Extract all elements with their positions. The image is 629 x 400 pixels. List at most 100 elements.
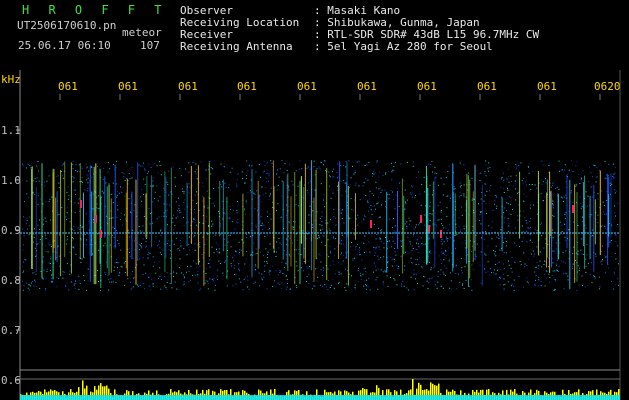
noise-dot <box>383 256 385 258</box>
noise-dot <box>232 285 234 287</box>
noise-dot <box>199 242 201 243</box>
noise-dot <box>320 183 322 185</box>
noise-dot <box>375 187 377 189</box>
noise-dot <box>131 270 133 272</box>
noise-dot <box>206 190 208 192</box>
noise-dot <box>152 265 154 267</box>
noise-dot <box>496 236 498 238</box>
noise-dot <box>395 254 397 256</box>
noise-dot <box>307 166 309 168</box>
noise-dot <box>324 160 326 162</box>
noise-dot <box>236 178 238 180</box>
noise-dot <box>177 215 179 217</box>
noise-dot <box>579 196 581 198</box>
noise-dot <box>217 244 219 246</box>
noise-dot <box>552 182 554 184</box>
noise-dot <box>455 266 457 268</box>
noise-dot <box>267 222 269 224</box>
noise-dot <box>446 238 448 240</box>
noise-dot <box>44 217 46 219</box>
noise-dot <box>538 265 540 267</box>
noise-dot <box>521 225 523 227</box>
noise-dot <box>265 192 267 194</box>
noise-dot <box>337 177 339 179</box>
noise-dot <box>36 165 38 167</box>
noise-dot <box>340 240 342 242</box>
noise-dot <box>263 261 265 262</box>
noise-dot <box>296 287 298 289</box>
noise-dot <box>99 290 101 291</box>
noise-dot <box>380 230 382 232</box>
noise-dot <box>385 271 387 273</box>
noise-dot <box>445 251 447 252</box>
noise-dot <box>590 172 592 174</box>
noise-dot <box>376 162 378 164</box>
noise-dot <box>536 246 538 248</box>
noise-dot <box>308 282 310 284</box>
noise-dot <box>601 263 603 265</box>
noise-dot <box>119 271 121 273</box>
noise-dot <box>387 285 389 287</box>
noise-dot <box>36 177 38 179</box>
noise-dot <box>140 196 142 198</box>
noise-dot <box>278 176 280 178</box>
noise-dot <box>211 225 213 227</box>
noise-dot <box>523 200 525 202</box>
noise-dot <box>463 228 465 230</box>
noise-dot <box>398 274 400 276</box>
noise-dot <box>327 231 329 233</box>
noise-dot <box>28 289 30 291</box>
noise-dot <box>116 204 118 206</box>
noise-dot <box>580 179 582 181</box>
noise-dot <box>512 185 514 187</box>
noise-dot <box>544 196 546 198</box>
noise-dot <box>440 177 442 179</box>
noise-dot <box>239 270 241 272</box>
noise-dot <box>210 173 212 175</box>
noise-dot <box>499 284 501 286</box>
noise-dot <box>73 177 75 179</box>
noise-dot <box>378 176 380 178</box>
noise-dot <box>86 239 88 241</box>
noise-dot <box>82 181 83 183</box>
noise-dot <box>576 185 578 187</box>
noise-dot <box>392 169 394 171</box>
noise-dot <box>39 229 41 230</box>
noise-dot <box>49 269 51 271</box>
noise-dot <box>373 255 375 257</box>
noise-dot <box>495 255 497 257</box>
noise-dot <box>178 267 180 269</box>
noise-dot <box>356 161 358 163</box>
noise-dot <box>343 222 345 224</box>
noise-dot <box>614 166 616 168</box>
noise-dot <box>26 180 28 182</box>
noise-dot <box>86 289 88 291</box>
noise-dot <box>285 275 287 277</box>
noise-dot <box>449 197 451 199</box>
noise-dot <box>400 240 401 242</box>
noise-dot <box>83 275 85 277</box>
noise-dot <box>563 273 565 275</box>
noise-dot <box>306 276 308 277</box>
noise-dot <box>375 265 377 267</box>
noise-dot <box>559 234 561 236</box>
noise-dot <box>340 273 342 275</box>
noise-dot <box>427 288 429 290</box>
noise-dot <box>529 226 531 228</box>
noise-dot <box>213 280 214 282</box>
noise-dot <box>247 275 248 277</box>
noise-dot <box>423 176 425 178</box>
noise-dot <box>455 247 456 249</box>
noise-dot <box>277 282 279 284</box>
noise-dot <box>434 177 436 179</box>
noise-dot <box>450 272 451 274</box>
noise-dot <box>96 207 98 209</box>
noise-dot <box>277 217 279 219</box>
noise-dot <box>222 181 223 183</box>
noise-dot <box>448 165 450 167</box>
noise-dot <box>585 227 587 229</box>
noise-dot <box>495 264 497 265</box>
noise-dot <box>360 275 362 277</box>
noise-dot <box>68 289 69 291</box>
noise-dot <box>57 175 59 177</box>
